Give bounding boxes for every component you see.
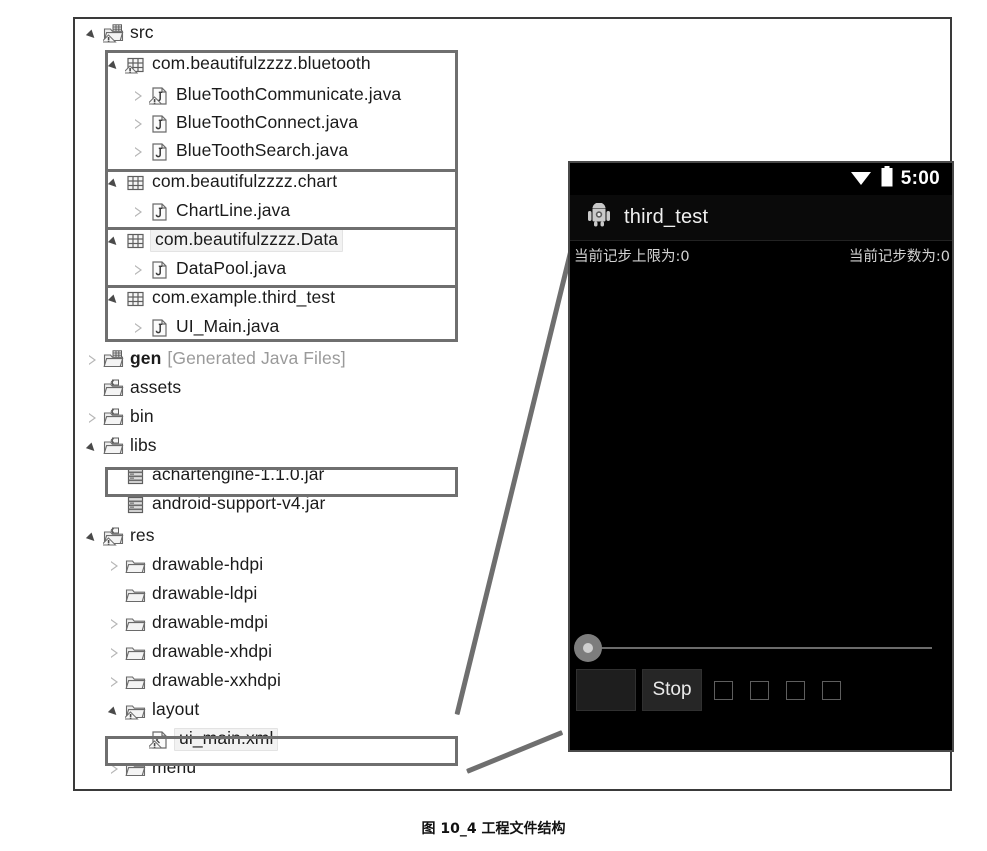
app-title: third_test bbox=[624, 206, 709, 228]
tree-item-src[interactable]: src bbox=[85, 19, 154, 48]
gen-folder-icon bbox=[103, 349, 124, 370]
highlight-separator-2 bbox=[105, 227, 458, 230]
tree-item-label: drawable-ldpi bbox=[152, 582, 258, 603]
expander-closed-icon[interactable] bbox=[107, 616, 123, 632]
stop-button[interactable]: Stop bbox=[642, 669, 702, 711]
tree-item-drawable-ldpi[interactable]: drawable-ldpi bbox=[107, 580, 257, 609]
folder-icon bbox=[125, 643, 146, 663]
highlight-box-packages bbox=[105, 50, 458, 342]
checkbox-3[interactable] bbox=[786, 680, 805, 700]
figure-border: src com.beautifulzzzz.bluetooth BlueToothC… bbox=[73, 17, 954, 791]
jar-icon bbox=[125, 495, 146, 515]
step-count-text: 当前记步数为:0 bbox=[848, 248, 950, 265]
expander-closed-icon[interactable] bbox=[107, 674, 123, 690]
expander-closed-icon[interactable] bbox=[107, 558, 123, 574]
res-folder-warning-icon bbox=[103, 527, 124, 547]
folder-icon bbox=[125, 672, 146, 692]
highlight-separator-1 bbox=[105, 169, 458, 172]
step-limit-text: 当前记步上限为:0 bbox=[574, 248, 690, 265]
folder-warning-icon bbox=[125, 701, 146, 721]
tree-item-assets[interactable]: assets bbox=[85, 374, 181, 403]
control-button-row: Stop bbox=[570, 668, 952, 712]
seekbar-thumb[interactable] bbox=[574, 634, 602, 662]
tree-item-drawable-xxhdpi[interactable]: drawable-xxhdpi bbox=[107, 667, 281, 696]
tree-item-gen[interactable]: gen [Generated Java Files] bbox=[85, 345, 346, 374]
tree-item-libs[interactable]: libs bbox=[85, 432, 157, 461]
expander-closed-icon[interactable] bbox=[107, 645, 123, 661]
tree-item-label: bin bbox=[130, 405, 154, 426]
tree-item-label: libs bbox=[130, 434, 157, 455]
tree-item-label: res bbox=[130, 524, 155, 545]
expander-open-icon[interactable] bbox=[85, 529, 101, 545]
tree-item-label: drawable-hdpi bbox=[152, 553, 264, 574]
status-bar-clock: 5:00 bbox=[900, 168, 940, 189]
tree-item-drawable-mdpi[interactable]: drawable-mdpi bbox=[107, 609, 268, 638]
tree-item-label: drawable-mdpi bbox=[152, 611, 269, 632]
source-folder-icon bbox=[103, 437, 124, 457]
tree-item-suffix: [Generated Java Files] bbox=[167, 347, 346, 368]
tree-item-label: src bbox=[130, 21, 154, 42]
expander-open-icon[interactable] bbox=[107, 703, 123, 719]
tree-item-label: drawable-xhdpi bbox=[152, 640, 273, 661]
folder-icon bbox=[125, 556, 146, 576]
highlight-box-ui-main-xml bbox=[105, 736, 458, 766]
tree-item-res[interactable]: res bbox=[85, 522, 155, 551]
android-app-screenshot: 5:00 third_test 当前记步上限为:0 当前记步数为:0 Stop bbox=[568, 161, 954, 752]
java-source-folder-icon bbox=[103, 23, 124, 44]
battery-icon bbox=[881, 166, 893, 192]
tree-item-label: assets bbox=[130, 376, 182, 397]
source-folder-icon bbox=[103, 379, 124, 399]
step-info-row: 当前记步上限为:0 当前记步数为:0 bbox=[570, 241, 952, 269]
checkbox-4[interactable] bbox=[822, 680, 841, 700]
start-button[interactable] bbox=[576, 669, 636, 711]
highlight-separator-3 bbox=[105, 285, 458, 288]
tree-item-label: drawable-xxhdpi bbox=[152, 669, 281, 690]
checkbox-2[interactable] bbox=[750, 680, 769, 700]
figure-container: src com.beautifulzzzz.bluetooth BlueToothC… bbox=[0, 0, 987, 851]
tree-item-label: android-support-v4.jar bbox=[152, 492, 326, 513]
tree-item-bin[interactable]: bin bbox=[85, 403, 154, 432]
android-status-bar: 5:00 bbox=[570, 163, 952, 195]
expander-open-icon[interactable] bbox=[85, 26, 101, 42]
android-robot-icon bbox=[586, 202, 612, 232]
tree-item-drawable-hdpi[interactable]: drawable-hdpi bbox=[107, 551, 263, 580]
checkbox-1[interactable] bbox=[714, 680, 733, 700]
expander-closed-icon[interactable] bbox=[85, 352, 101, 368]
expander-closed-icon[interactable] bbox=[85, 410, 101, 426]
android-action-bar: third_test bbox=[570, 195, 952, 241]
tree-item-layout[interactable]: layout bbox=[107, 696, 199, 725]
figure-caption: 图 10_4 工程文件结构 bbox=[421, 821, 566, 837]
expander-open-icon[interactable] bbox=[85, 439, 101, 455]
seekbar-track bbox=[590, 647, 932, 649]
source-folder-icon bbox=[103, 408, 124, 428]
step-limit-seekbar[interactable] bbox=[570, 630, 952, 664]
tree-item-label: layout bbox=[152, 698, 200, 719]
highlight-box-achartengine-jar bbox=[105, 467, 458, 497]
wifi-icon bbox=[849, 168, 873, 191]
folder-icon bbox=[125, 614, 146, 634]
tree-item-drawable-xhdpi[interactable]: drawable-xhdpi bbox=[107, 638, 272, 667]
tree-item-label: gen bbox=[130, 347, 162, 368]
folder-icon bbox=[125, 585, 146, 605]
